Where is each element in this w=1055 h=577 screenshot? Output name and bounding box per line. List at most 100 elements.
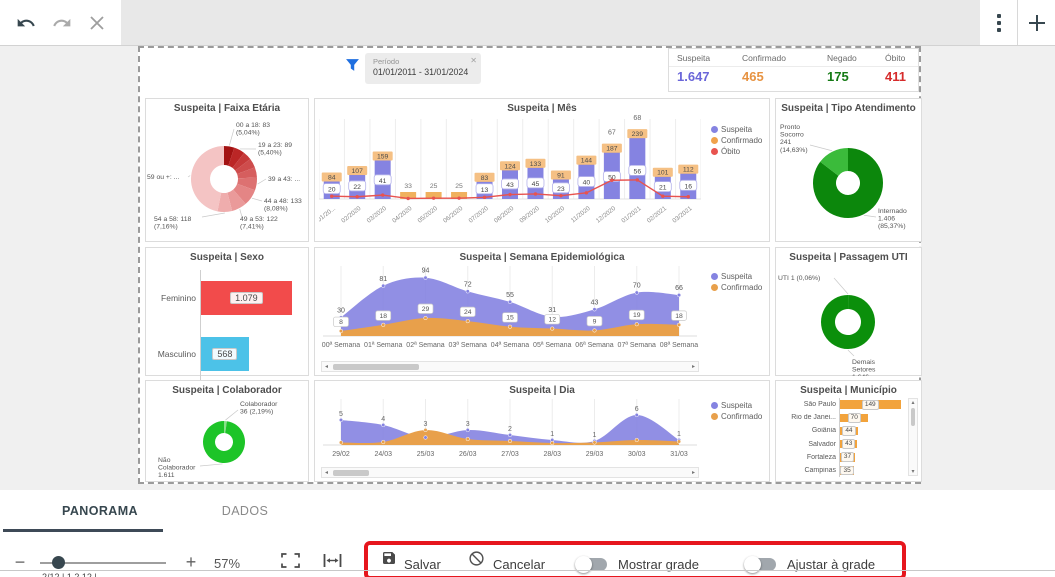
chart-label: 9 — [593, 318, 597, 325]
sexo-bar-chart: Feminino1.079Masculino568 — [152, 270, 302, 382]
scroll-left-icon[interactable]: ◂ — [322, 363, 331, 370]
data-point — [508, 325, 512, 329]
chart-label: 91 — [557, 173, 565, 180]
chart-label: 20 — [328, 187, 336, 194]
card-mes[interactable]: Suspeita | Mês 8420107221594133252583131… — [314, 98, 770, 242]
scrollbar-thumb[interactable] — [333, 470, 369, 476]
chart-title: Suspeita | Município — [776, 381, 921, 396]
tab-panorama[interactable]: PANORAMA — [30, 504, 170, 518]
scroll-up-icon[interactable]: ▴ — [909, 399, 917, 406]
legend-item: Confirmado — [711, 412, 762, 421]
scrollbar-thumb[interactable] — [911, 408, 915, 426]
bar-row: Rio de Janei...70 — [780, 411, 905, 424]
chart-label: 04/2020 — [391, 205, 414, 225]
kpi-card[interactable]: Suspeita1.647 Confirmado465 Negado175 Ób… — [668, 48, 919, 92]
kpi-negado: Negado175 — [827, 49, 857, 84]
scroll-down-icon[interactable]: ▾ — [909, 468, 917, 475]
card-dia[interactable]: Suspeita | Dia 54332116129/0224/0325/032… — [314, 380, 770, 482]
bar-area: 44 — [839, 424, 905, 437]
value-label: 44 — [842, 426, 855, 436]
filter-value: 01/01/2011 - 31/01/2024 — [373, 67, 468, 77]
chart-title: Suspeita | Passagem UTI — [776, 248, 921, 263]
status-fragment: 2/12 | 1.2.12 | — [42, 572, 97, 577]
card-tipo-atendimento[interactable]: Suspeita | Tipo Atendimento Internado1.4… — [775, 98, 922, 242]
filter-clear-icon[interactable]: ✕ — [468, 55, 479, 66]
bar-row: Salvador43 — [780, 438, 905, 451]
chart-label: 08/2020 — [493, 205, 516, 225]
chart-h-scrollbar[interactable]: ◂ ▸ — [321, 467, 699, 478]
zoom-slider-thumb[interactable] — [52, 556, 65, 569]
scroll-left-icon[interactable]: ◂ — [322, 469, 331, 476]
legend-item: Confirmado — [711, 283, 762, 292]
legend-dot-icon — [711, 402, 718, 409]
redo-button[interactable] — [52, 13, 72, 33]
scroll-right-icon[interactable]: ▸ — [689, 469, 698, 476]
legend-dot-icon — [711, 284, 718, 291]
card-passagem-uti[interactable]: Suspeita | Passagem UTI UTI 1 (0,06%)Dem… — [775, 247, 922, 376]
legend-dot-icon — [711, 148, 718, 155]
chart-label: 11/2020 — [570, 205, 592, 225]
scrollbar-thumb[interactable] — [333, 364, 419, 370]
chart-label: 68 — [633, 115, 641, 122]
card-faixa-etaria[interactable]: Suspeita | Faixa Etária 00 a 18: 83(5,04… — [145, 98, 309, 242]
data-point — [550, 441, 554, 445]
card-semana[interactable]: Suspeita | Semana Epidemiológica 3081947… — [314, 247, 770, 376]
period-filter-chip[interactable]: Período 01/01/2011 - 31/01/2024 ✕ — [365, 53, 481, 84]
category-label: Salvador — [780, 441, 839, 448]
undo-button[interactable] — [16, 13, 36, 33]
chart-title: Suspeita | Faixa Etária — [146, 99, 308, 114]
chart-label: 112 — [683, 167, 694, 174]
value-label: 35 — [840, 466, 853, 476]
chart-label: 187 — [606, 146, 618, 153]
data-point — [466, 428, 470, 432]
data-point — [424, 276, 428, 280]
add-button[interactable] — [1018, 0, 1055, 45]
app-window: Período 01/01/2011 - 31/01/2024 ✕ Suspei… — [0, 0, 1055, 577]
legend-dot-icon — [711, 273, 718, 280]
data-point — [466, 290, 470, 294]
chart-label: 159 — [377, 153, 389, 160]
more-options-button[interactable] — [980, 0, 1017, 45]
chart-label: Colaborador — [158, 465, 196, 472]
cancel-button[interactable] — [468, 550, 485, 572]
bar-row: São Paulo149 — [780, 398, 905, 411]
bar-row: Campinas35 — [780, 464, 905, 477]
data-point — [635, 322, 639, 326]
close-button[interactable] — [89, 15, 105, 31]
chart-label: 15 — [506, 315, 514, 322]
chart-legend: SuspeitaConfirmado — [711, 272, 762, 292]
data-point — [508, 433, 512, 437]
legend-label: Suspeita — [721, 401, 752, 410]
card-sexo[interactable]: Suspeita | Sexo Feminino1.079Masculino56… — [145, 247, 309, 376]
category-label: Goiânia — [780, 427, 839, 434]
legend-label: Confirmado — [721, 283, 762, 292]
dashboard-canvas[interactable]: Período 01/01/2011 - 31/01/2024 ✕ Suspei… — [138, 46, 921, 484]
dia-area-chart: 54332116129/0224/0325/0326/0327/0328/032… — [319, 395, 701, 461]
label-leader-line — [258, 179, 266, 184]
donut-slice — [821, 295, 875, 349]
scrollbar-track[interactable] — [331, 468, 689, 477]
history-toolbar — [0, 0, 121, 45]
scroll-right-icon[interactable]: ▸ — [689, 363, 698, 370]
card-municipio[interactable]: Suspeita | Município São Paulo149Rio de … — [775, 380, 922, 482]
tab-dados[interactable]: DADOS — [200, 504, 290, 518]
chart-label: (7,16%) — [154, 224, 178, 231]
label-leader-line — [202, 213, 225, 217]
chart-v-scrollbar[interactable]: ▴ ▾ — [908, 398, 918, 476]
data-point — [381, 323, 385, 327]
mes-bar-line-chart: 8420107221594133252583131244313345912314… — [319, 115, 701, 241]
chart-label: 1.611 — [158, 472, 175, 479]
card-colaborador[interactable]: Suspeita | Colaborador Colaborador36 (2,… — [145, 380, 309, 482]
chart-label: 1 — [593, 432, 597, 439]
fit-width-icon — [322, 552, 343, 569]
chart-label: 44 a 48: 133 — [264, 198, 302, 205]
chart-title: Suspeita | Semana Epidemiológica — [315, 248, 769, 263]
scrollbar-track[interactable] — [331, 362, 689, 371]
obito-point — [610, 179, 613, 182]
chart-label: 04ª Semana — [491, 342, 530, 349]
category-label: Campinas — [780, 467, 839, 474]
save-button[interactable] — [381, 550, 397, 571]
chart-h-scrollbar[interactable]: ◂ ▸ — [321, 361, 699, 372]
data-point — [381, 284, 385, 288]
bar: 1.079 — [201, 281, 292, 315]
